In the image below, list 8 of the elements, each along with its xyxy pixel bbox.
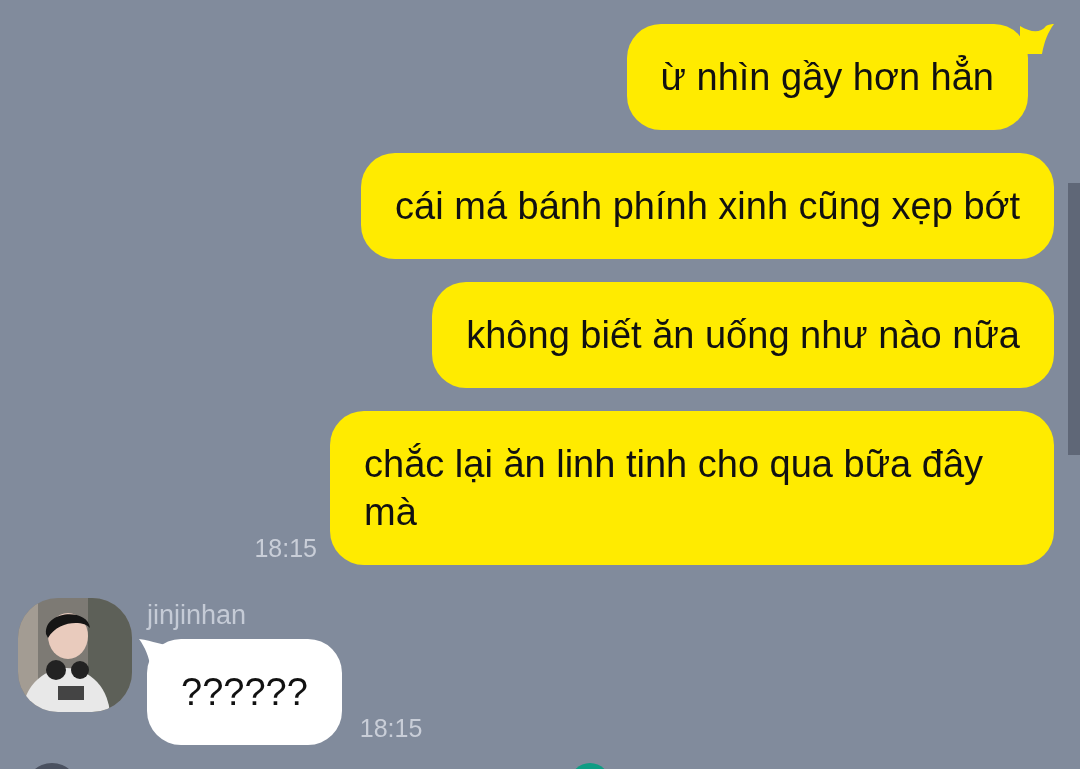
scroll-bar[interactable]: [1068, 183, 1080, 455]
bubble-tail-icon: [1020, 24, 1054, 54]
message-time: 18:15: [254, 534, 317, 563]
message-bubble: chắc lại ăn linh tinh cho qua bữa đây mà: [330, 411, 1054, 565]
message-bubble: cái má bánh phính xinh cũng xẹp bớt: [361, 153, 1054, 259]
message-time: 18:15: [359, 714, 423, 743]
message-bubble: không biết ăn uống như nào nữa: [432, 282, 1054, 388]
sender-name: jinjinhan: [147, 600, 248, 631]
